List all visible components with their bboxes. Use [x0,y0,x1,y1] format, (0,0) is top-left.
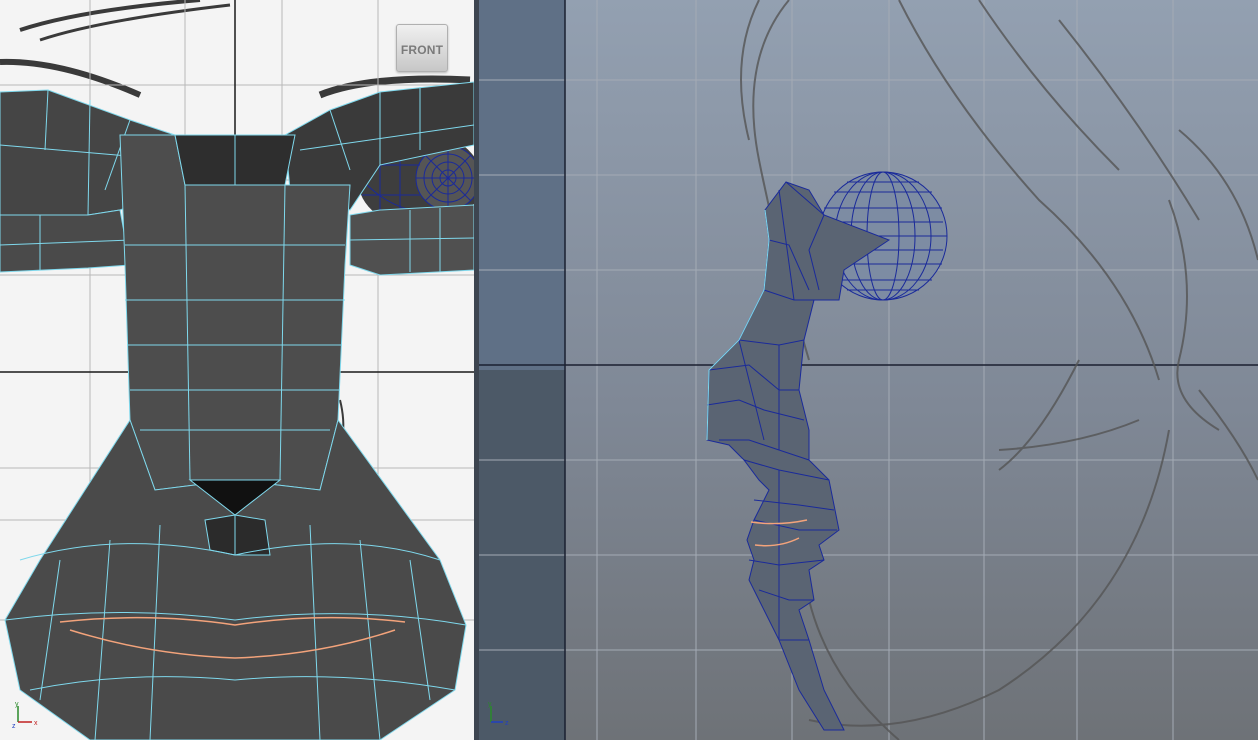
axis-gizmo-icon: y x z [12,701,38,730]
svg-text:y: y [488,701,492,708]
nose-mesh [119,134,351,491]
reference-sketch [740,0,1258,740]
front-viewport[interactable]: FRONT y x z [0,0,474,740]
view-cube-front[interactable]: FRONT [396,24,448,72]
front-viewport-canvas[interactable] [0,0,474,740]
svg-text:z: z [12,723,16,730]
axis-gizmo-icon: y z [488,701,509,727]
grid [479,0,1258,740]
svg-text:x: x [34,720,38,727]
side-viewport-canvas[interactable] [479,0,1258,740]
view-cube-label: FRONT [400,43,444,57]
svg-text:z: z [505,720,509,727]
side-viewport[interactable]: y z [479,0,1258,740]
svg-text:y: y [15,701,19,708]
